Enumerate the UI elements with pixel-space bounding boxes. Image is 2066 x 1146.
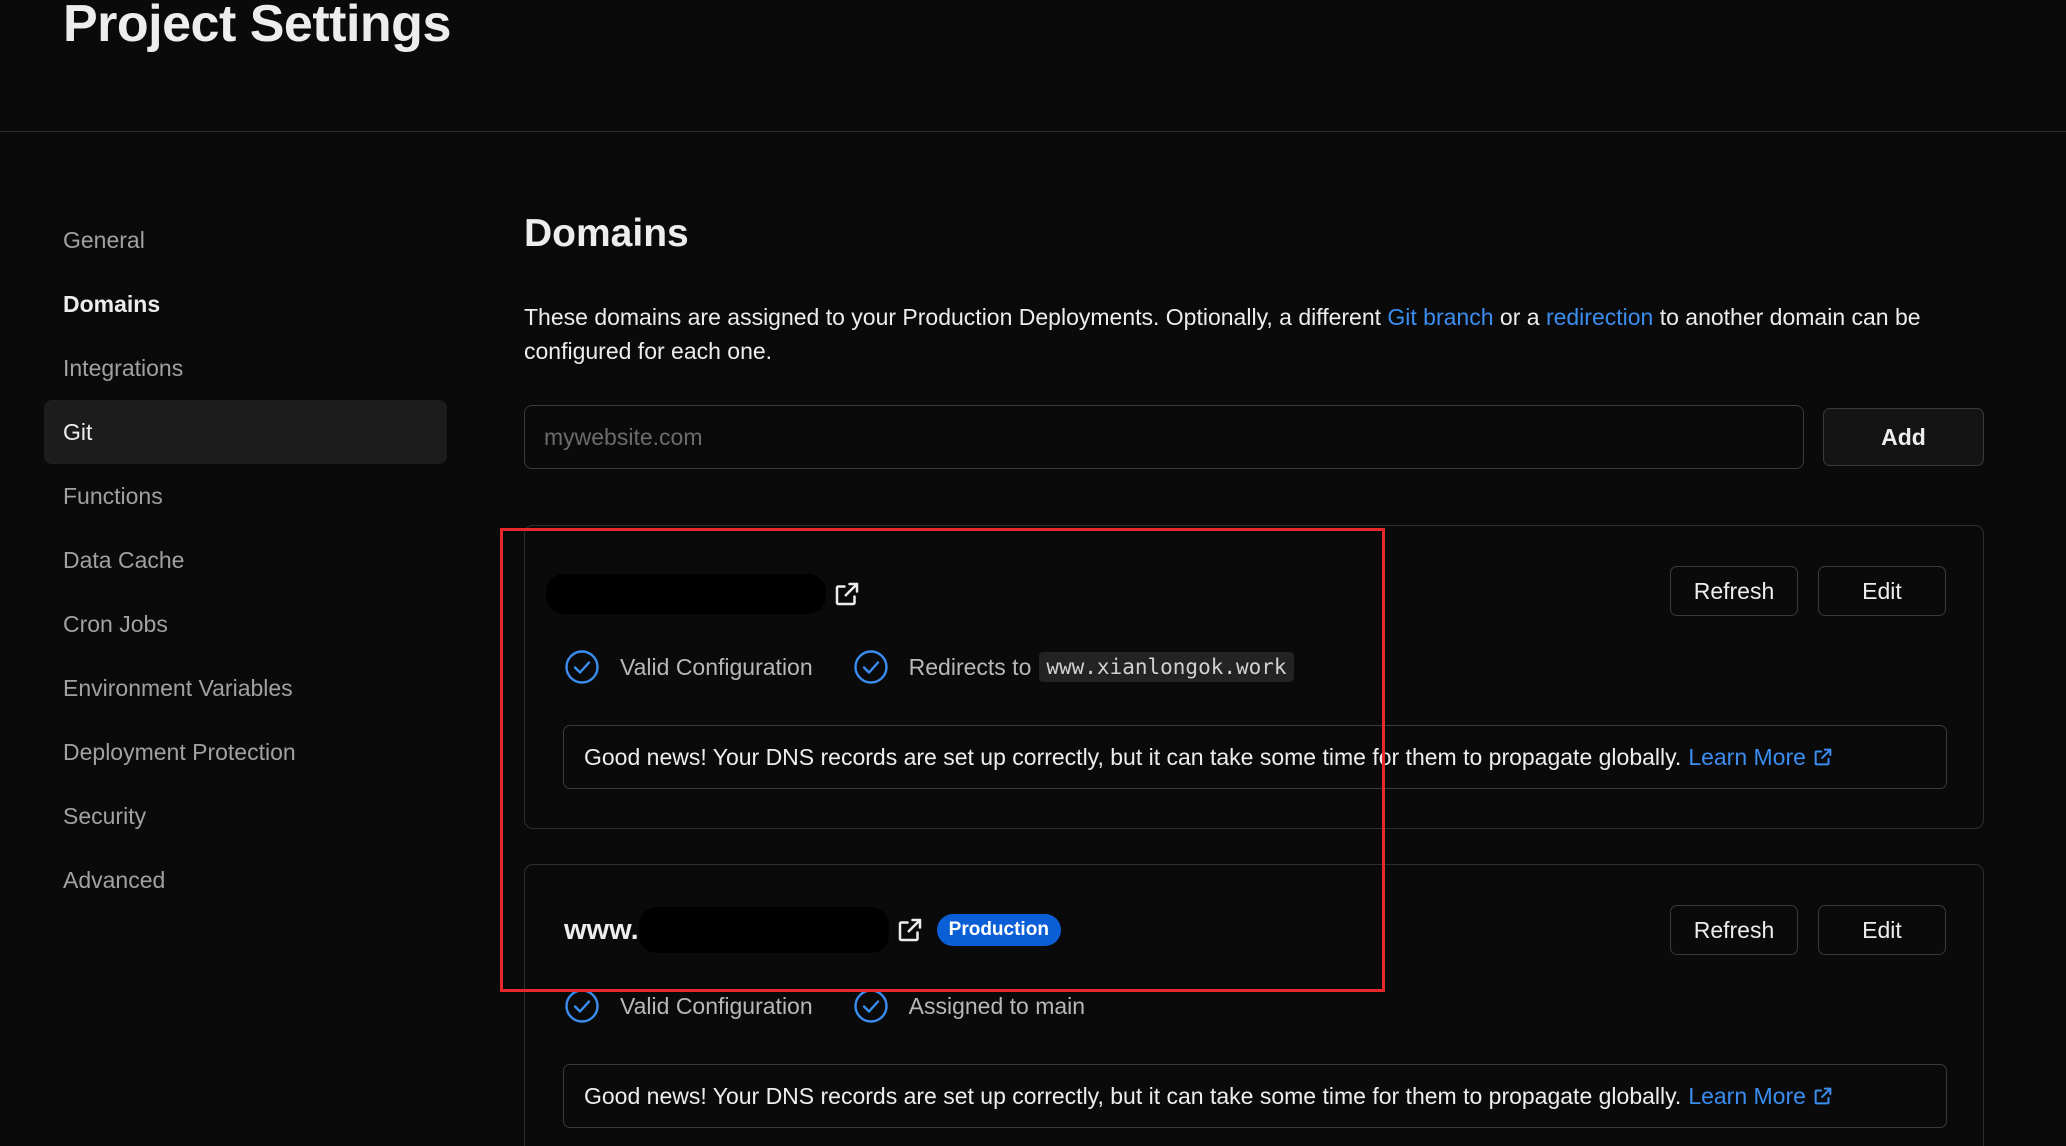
sidebar-item-data-cache[interactable]: Data Cache <box>44 528 447 592</box>
status-row: Valid Configuration Redirects to www.xia… <box>564 649 1294 685</box>
refresh-button[interactable]: Refresh <box>1670 905 1798 955</box>
edit-button[interactable]: Edit <box>1818 905 1946 955</box>
check-circle-icon <box>853 989 888 1023</box>
redirect-target: www.xianlongok.work <box>1039 652 1294 682</box>
redirection-link[interactable]: redirection <box>1546 304 1653 330</box>
dns-notice-text: Good news! Your DNS records are set up c… <box>584 743 1682 770</box>
domain-prefix: www. <box>564 913 639 946</box>
section-description: These domains are assigned to your Produ… <box>524 300 1984 368</box>
sidebar-item-cron-jobs[interactable]: Cron Jobs <box>44 592 447 656</box>
description-text-1: These domains are assigned to your Produ… <box>524 304 1388 330</box>
sidebar-item-functions[interactable]: Functions <box>44 464 447 528</box>
sidebar-item-domains[interactable]: Domains <box>44 272 447 336</box>
dns-notice: Good news! Your DNS records are set up c… <box>563 1064 1947 1128</box>
status-row: Valid Configuration Assigned to main <box>564 988 1085 1024</box>
valid-configuration-label: Valid Configuration <box>620 992 813 1019</box>
production-badge: Production <box>936 914 1061 946</box>
project-settings-page: Project Settings General Domains Integra… <box>0 0 2066 1146</box>
redacted-domain <box>546 574 826 614</box>
page-title: Project Settings <box>63 0 451 53</box>
section-title: Domains <box>524 212 689 255</box>
sidebar-item-git[interactable]: Git <box>44 400 447 464</box>
check-circle-icon <box>565 650 599 684</box>
check-circle-icon <box>853 650 888 684</box>
learn-more-link[interactable]: Learn More <box>1688 744 1834 771</box>
learn-more-label: Learn More <box>1688 743 1806 770</box>
settings-sidebar: General Domains Integrations Git Functio… <box>44 208 447 912</box>
check-circle-icon <box>565 989 599 1023</box>
page-header: Project Settings <box>0 0 2066 132</box>
sidebar-item-integrations[interactable]: Integrations <box>44 336 447 400</box>
sidebar-item-security[interactable]: Security <box>44 784 447 848</box>
external-link-icon[interactable] <box>832 579 862 609</box>
domain-name[interactable] <box>546 574 862 614</box>
sidebar-item-environment-variables[interactable]: Environment Variables <box>44 656 447 720</box>
domain-input[interactable] <box>524 405 1804 469</box>
edit-button[interactable]: Edit <box>1818 566 1946 616</box>
refresh-button[interactable]: Refresh <box>1670 566 1798 616</box>
external-link-icon[interactable] <box>895 915 925 945</box>
git-branch-link[interactable]: Git branch <box>1387 304 1493 330</box>
sidebar-item-advanced[interactable]: Advanced <box>44 848 447 912</box>
sidebar-item-general[interactable]: General <box>44 208 447 272</box>
domain-card: www. Production Refresh Edit Valid Confi… <box>524 864 1984 1146</box>
domain-name[interactable]: www. Production <box>564 907 1061 953</box>
valid-configuration-label: Valid Configuration <box>620 653 813 680</box>
dns-notice-text: Good news! Your DNS records are set up c… <box>584 1082 1682 1109</box>
domain-card: Refresh Edit Valid Configuration Redirec… <box>524 525 1984 829</box>
description-text-2: or a <box>1493 304 1546 330</box>
learn-more-label: Learn More <box>1688 1082 1806 1109</box>
redacted-domain <box>638 907 889 953</box>
learn-more-link[interactable]: Learn More <box>1688 1083 1834 1110</box>
dns-notice: Good news! Your DNS records are set up c… <box>563 725 1947 789</box>
add-domain-button[interactable]: Add <box>1823 408 1984 466</box>
external-link-icon <box>1814 1087 1832 1105</box>
redirects-to-label: Redirects to <box>908 653 1032 680</box>
assigned-to-label: Assigned to main <box>908 992 1086 1019</box>
external-link-icon <box>1814 748 1832 766</box>
sidebar-item-deployment-protection[interactable]: Deployment Protection <box>44 720 447 784</box>
